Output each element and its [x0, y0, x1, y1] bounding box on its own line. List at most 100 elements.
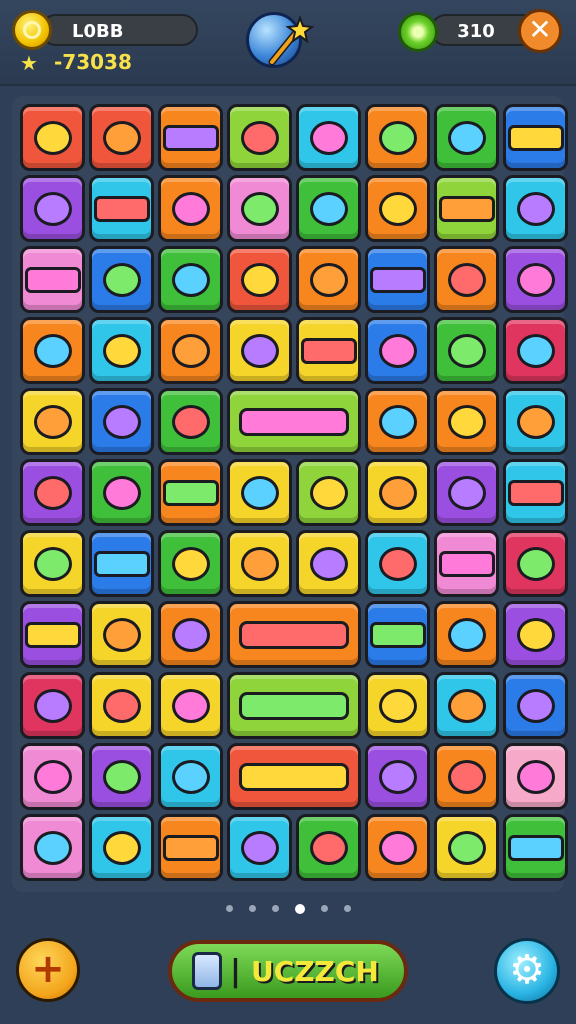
tile[interactable]	[365, 459, 430, 526]
tile[interactable]	[434, 814, 499, 881]
tile[interactable]	[434, 175, 499, 242]
tile[interactable]	[89, 459, 154, 526]
tile[interactable]	[20, 388, 85, 455]
tile[interactable]	[365, 814, 430, 881]
tile[interactable]	[434, 246, 499, 313]
tile[interactable]	[296, 814, 361, 881]
tile[interactable]	[365, 317, 430, 384]
tile[interactable]	[89, 672, 154, 739]
tile[interactable]	[227, 246, 292, 313]
tile[interactable]	[89, 104, 154, 171]
page-dot[interactable]	[225, 905, 233, 912]
tile[interactable]	[89, 601, 154, 668]
tile[interactable]	[20, 317, 85, 384]
tile[interactable]	[20, 530, 85, 597]
tile[interactable]	[434, 672, 499, 739]
tile[interactable]	[434, 388, 499, 455]
tile[interactable]	[20, 601, 85, 668]
tile[interactable]	[434, 743, 499, 810]
tile[interactable]	[365, 388, 430, 455]
page-dot[interactable]	[271, 905, 279, 912]
page-dot[interactable]	[294, 903, 305, 914]
tile[interactable]	[20, 459, 85, 526]
tile[interactable]	[503, 530, 568, 597]
tile[interactable]	[158, 601, 223, 668]
tile[interactable]	[365, 104, 430, 171]
page-dot[interactable]	[343, 905, 351, 912]
tile[interactable]	[365, 530, 430, 597]
tile[interactable]	[89, 530, 154, 597]
tile[interactable]	[296, 175, 361, 242]
tile-icon	[171, 546, 210, 581]
tile[interactable]	[158, 104, 223, 171]
tile[interactable]	[434, 317, 499, 384]
tile[interactable]	[503, 388, 568, 455]
tile[interactable]	[158, 388, 223, 455]
settings-button[interactable]: ⚙	[494, 938, 560, 1004]
tile[interactable]	[227, 459, 292, 526]
page-dot[interactable]	[248, 905, 256, 912]
tile[interactable]	[365, 175, 430, 242]
tile[interactable]	[503, 814, 568, 881]
tile[interactable]	[503, 672, 568, 739]
tile[interactable]	[503, 459, 568, 526]
tile[interactable]	[158, 175, 223, 242]
main-action-button[interactable]: | UCZZCH	[168, 940, 408, 1002]
add-button[interactable]: +	[16, 938, 80, 1002]
tile-icon	[240, 333, 279, 368]
tile-icon	[239, 691, 349, 720]
tile[interactable]	[20, 814, 85, 881]
tile[interactable]	[227, 104, 292, 171]
tile[interactable]	[158, 672, 223, 739]
tile[interactable]	[158, 459, 223, 526]
tile[interactable]	[503, 601, 568, 668]
tile[interactable]	[296, 530, 361, 597]
tile[interactable]	[365, 672, 430, 739]
tile-icon	[171, 262, 210, 297]
tile[interactable]	[503, 246, 568, 313]
tile[interactable]	[296, 317, 361, 384]
gem-icon	[398, 12, 438, 52]
wide-tile[interactable]	[227, 672, 361, 739]
tile[interactable]	[296, 104, 361, 171]
wide-tile[interactable]	[227, 388, 361, 455]
tile[interactable]	[434, 104, 499, 171]
tile[interactable]	[20, 175, 85, 242]
close-button[interactable]: ✕	[518, 9, 562, 53]
tile[interactable]	[158, 743, 223, 810]
tile[interactable]	[158, 246, 223, 313]
tile[interactable]	[227, 530, 292, 597]
tile[interactable]	[296, 459, 361, 526]
tile[interactable]	[503, 317, 568, 384]
tile[interactable]	[20, 743, 85, 810]
tile[interactable]	[89, 317, 154, 384]
tile[interactable]	[365, 246, 430, 313]
tile[interactable]	[227, 814, 292, 881]
tile[interactable]	[20, 246, 85, 313]
wide-tile[interactable]	[227, 743, 361, 810]
tile[interactable]	[434, 601, 499, 668]
tile-icon	[447, 262, 486, 297]
tile[interactable]	[89, 175, 154, 242]
tile[interactable]	[158, 317, 223, 384]
tile[interactable]	[365, 743, 430, 810]
tile[interactable]	[89, 743, 154, 810]
tile[interactable]	[227, 175, 292, 242]
wide-tile[interactable]	[227, 601, 361, 668]
tile[interactable]	[503, 175, 568, 242]
tile[interactable]	[20, 672, 85, 739]
tile[interactable]	[296, 246, 361, 313]
tile[interactable]	[89, 246, 154, 313]
tile[interactable]	[20, 104, 85, 171]
tile[interactable]	[365, 601, 430, 668]
tile[interactable]	[158, 814, 223, 881]
tile[interactable]	[434, 530, 499, 597]
tile[interactable]	[89, 814, 154, 881]
tile[interactable]	[158, 530, 223, 597]
tile[interactable]	[503, 104, 568, 171]
tile[interactable]	[89, 388, 154, 455]
tile[interactable]	[434, 459, 499, 526]
tile[interactable]	[227, 317, 292, 384]
page-dot[interactable]	[320, 905, 328, 912]
tile[interactable]	[503, 743, 568, 810]
